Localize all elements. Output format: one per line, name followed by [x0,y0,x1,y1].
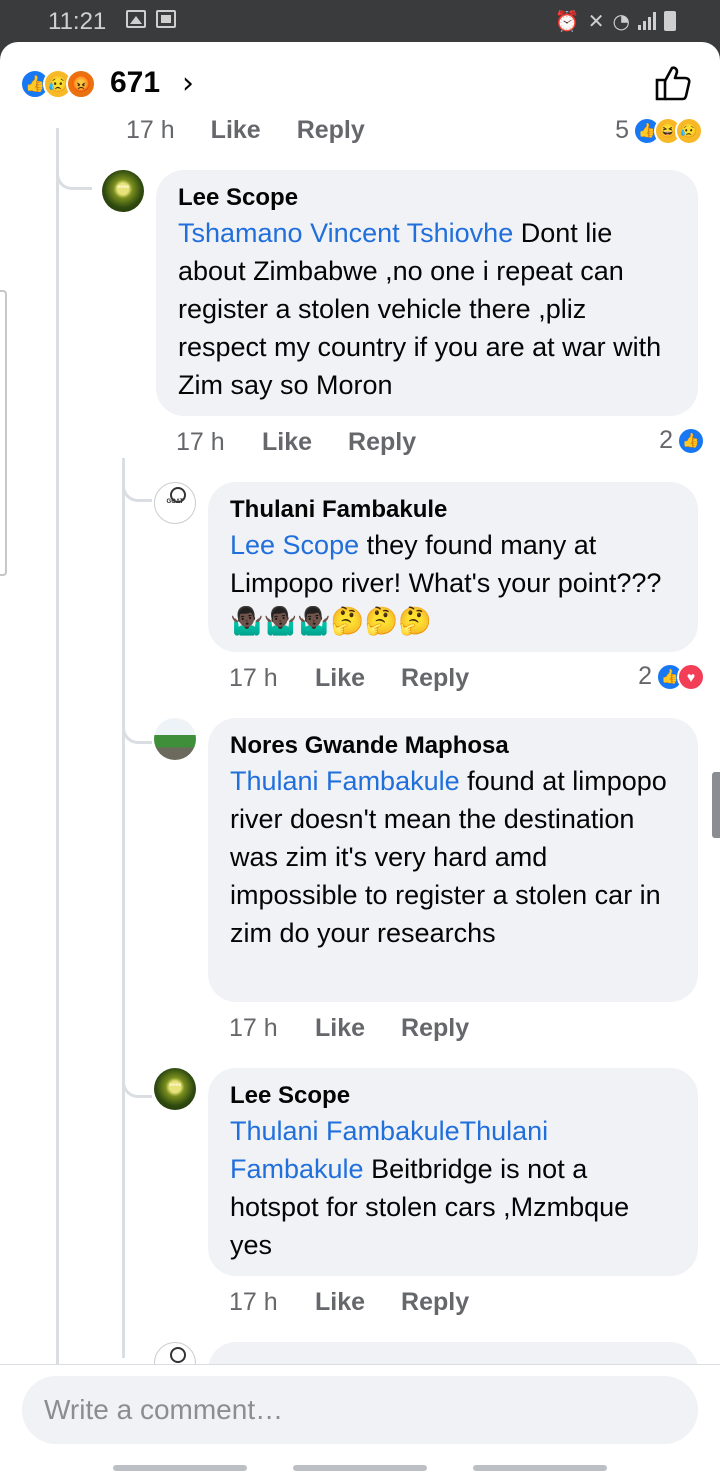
signal-icon [638,12,656,30]
comment-bubble: Lee Scope Tshamano Vincent Tshiovhe Dont… [156,170,698,416]
tablet-icon [156,10,176,28]
mention-link[interactable]: Lee Scope [230,530,359,560]
like-button[interactable]: Like [211,116,261,145]
sad-icon: 😥 [675,116,703,145]
comment-author[interactable]: Thulani Fambakule [230,494,676,526]
comment-time: 17 h [229,1014,278,1042]
comment-author[interactable]: Lee Scope [230,1080,676,1112]
gesture-nav [0,1465,720,1471]
avatar[interactable]: ■■■■ [154,1068,196,1110]
thumbs-up-icon[interactable] [654,64,692,102]
comment-bubble: Nores Gwande Maphosa Thulani Fambakule f… [208,718,698,1002]
reply-button[interactable]: Reply [297,116,365,145]
comment-author[interactable]: Nores Gwande Maphosa [230,730,676,762]
like-button[interactable]: Like [262,428,312,457]
comment-time: 17 h [229,664,278,692]
like-icon: 👍 [677,426,705,455]
like-button[interactable]: Like [315,664,365,693]
chevron-right-icon[interactable]: › [182,66,194,101]
reply-connector [56,128,92,190]
like-button[interactable]: Like [315,1288,365,1317]
comment-text: Thulani Fambakule found at limpopo river… [230,762,676,952]
comment-meta: 17 h Like Reply [229,1288,505,1317]
comment-meta: 17 h Like Reply [229,664,505,693]
comment-composer: Write a comment… [0,1364,720,1480]
reaction-count[interactable]: 671 [110,66,160,100]
edge-panel-handle[interactable] [0,290,7,576]
comment-input[interactable]: Write a comment… [22,1376,698,1444]
thread-line [56,128,59,1428]
comment-meta: 17 h Like Reply [229,1014,505,1043]
image-icon [126,10,146,28]
comment-meta: 17 h Like Reply [176,428,452,457]
mention-link[interactable]: Tshamano Vincent Tshiovhe [178,218,513,248]
mute-icon: ✕ [587,9,605,33]
reply-button[interactable]: Reply [348,428,416,457]
comment-meta: 17 h Like Reply [126,116,365,145]
reply-button[interactable]: Reply [401,1288,469,1317]
comment-bubble: Lee Scope Thulani FambakuleThulani Famba… [208,1068,698,1276]
status-bar: 11:21 ⏰ ✕ ◔ [0,0,720,42]
reply-connector [122,682,152,744]
comment-text: Lee Scope they found many at Limpopo riv… [230,526,676,640]
love-icon: ♥ [677,662,705,691]
comment-text: Tshamano Vincent Tshiovhe Dont lie about… [178,214,676,404]
reply-button[interactable]: Reply [401,664,469,693]
avatar[interactable]: ■■■■ [102,170,144,212]
avatar[interactable]: GOAT [154,482,196,524]
comments-sheet: 👍 😥 😡 671 › 17 h Like Reply 5 👍 😆 😥 ■■■■ [0,42,720,1480]
reply-button[interactable]: Reply [401,1014,469,1043]
scrollbar[interactable] [712,772,720,838]
comment-text: Thulani FambakuleThulani Fambakule Beitb… [230,1112,676,1264]
reaction-count: 2 [659,426,673,454]
battery-icon [664,11,676,31]
reaction-count: 5 [615,116,629,144]
like-button[interactable]: Like [315,1014,365,1043]
comment-reactions[interactable]: 5 👍 😆 😥 [615,116,703,145]
angry-icon: 😡 [66,69,96,99]
reply-connector [122,1028,152,1098]
comment-time: 17 h [126,116,175,144]
comment-time: 17 h [176,428,225,456]
sub-thread-line [122,458,125,1358]
reply-connector [122,458,152,502]
comment-time: 17 h [229,1288,278,1316]
reaction-summary[interactable]: 👍 😥 😡 [20,69,96,99]
comment-bubble: Thulani Fambakule Lee Scope they found m… [208,482,698,652]
reaction-count: 2 [638,662,652,690]
avatar[interactable] [154,718,196,760]
comment-reactions[interactable]: 2 👍 [659,426,705,455]
wifi-icon: ◔ [612,9,630,33]
comment-author[interactable]: Lee Scope [178,182,676,214]
alarm-icon: ⏰ [554,9,580,33]
avatar-text: GOAT [166,499,184,505]
status-time: 11:21 [48,8,107,35]
mention-link[interactable]: Thulani Fambakule [230,766,460,796]
comment-reactions[interactable]: 2 👍 ♥ [638,662,705,691]
